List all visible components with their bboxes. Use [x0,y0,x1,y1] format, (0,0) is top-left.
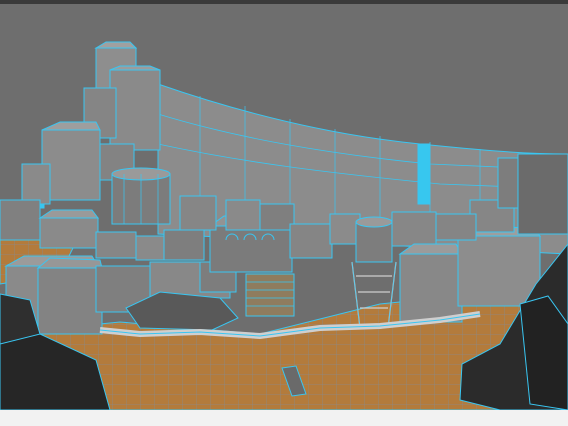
wooden-stairs [245,273,295,317]
3d-viewport[interactable] [0,4,568,410]
waterfall-right [417,143,431,205]
water-tower [355,221,393,263]
viewport-bottom-border [0,410,568,426]
maya-viewport-frame [0,0,568,426]
left-block-big [41,129,101,201]
scene-render [0,41,568,410]
arched-hall [209,225,293,273]
tower-mid [109,69,161,151]
